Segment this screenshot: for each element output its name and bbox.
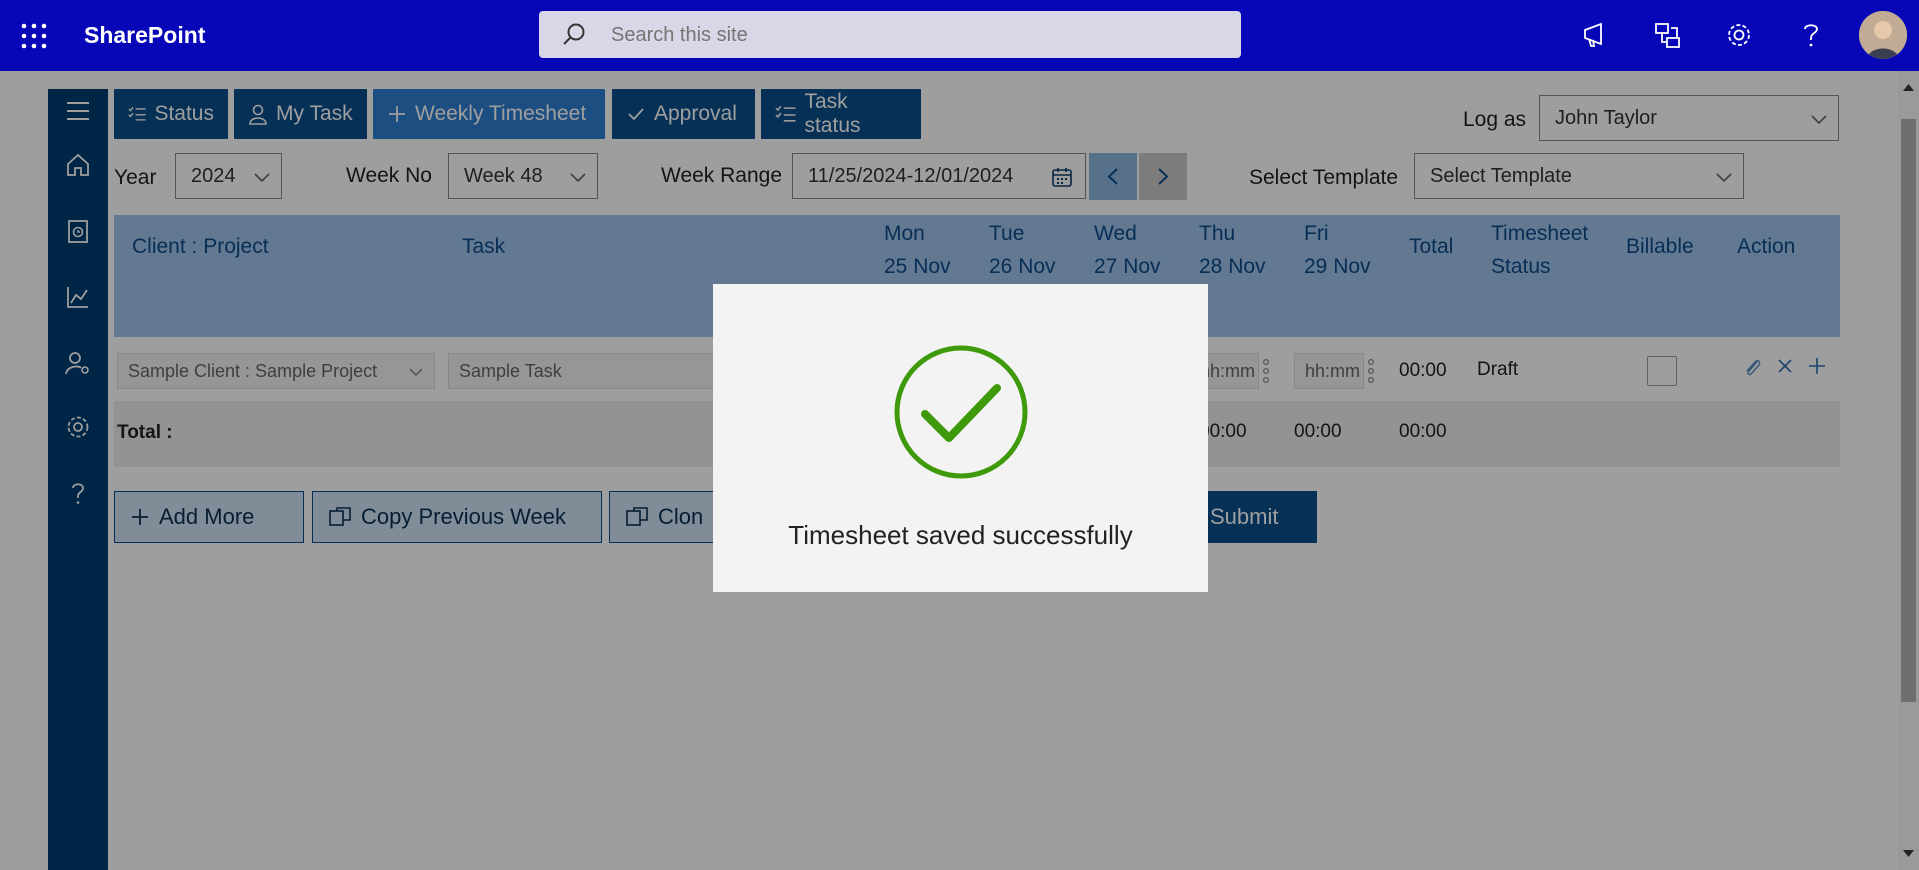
scroll-down-icon[interactable] — [1903, 850, 1914, 858]
search-icon — [563, 23, 585, 45]
success-message: Timesheet saved successfully — [788, 520, 1133, 550]
success-check-icon — [894, 345, 1028, 479]
scrollbar-thumb[interactable] — [1901, 119, 1916, 702]
megaphone-icon[interactable] — [1581, 18, 1611, 52]
help-icon[interactable] — [1796, 18, 1826, 52]
suite-bar: SharePoint — [0, 0, 1919, 71]
settings-gear-icon[interactable] — [1724, 18, 1754, 52]
vertical-scrollbar[interactable] — [1898, 71, 1919, 870]
scroll-up-icon[interactable] — [1903, 83, 1914, 91]
search-input[interactable] — [609, 19, 1213, 51]
app-name[interactable]: SharePoint — [84, 22, 205, 49]
search-box[interactable] — [539, 11, 1241, 58]
app-launcher-icon[interactable] — [20, 22, 48, 50]
success-dialog: Timesheet saved successfully — [713, 284, 1208, 592]
user-avatar[interactable] — [1859, 11, 1907, 59]
org-chart-icon[interactable] — [1653, 18, 1683, 52]
